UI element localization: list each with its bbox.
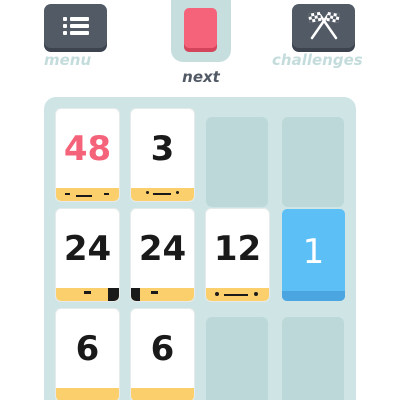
card-face — [282, 291, 345, 301]
challenges-label: challenges — [272, 51, 363, 69]
crossed-flags-icon — [307, 11, 340, 40]
card-24[interactable]: 24 — [56, 209, 119, 301]
card-value: 48 — [63, 129, 112, 169]
empty-slot — [206, 317, 268, 400]
card-face — [56, 288, 119, 301]
card-value: 6 — [150, 329, 175, 369]
card-48[interactable]: 48 — [56, 109, 119, 201]
list-icon — [62, 17, 89, 35]
card-3[interactable]: 3 — [131, 109, 194, 201]
challenges-button[interactable] — [292, 4, 355, 48]
card-6[interactable]: 6 — [131, 309, 194, 400]
card-6[interactable]: 6 — [56, 309, 119, 400]
card-face — [56, 188, 119, 201]
card-face — [131, 388, 194, 400]
next-label: next — [182, 68, 220, 86]
card-face — [56, 388, 119, 400]
card-value: 1 — [302, 232, 325, 272]
next-card-preview — [184, 8, 217, 48]
game-board[interactable]: 48 3 24 24 12 1 6 6 — [44, 97, 356, 400]
card-24[interactable]: 24 — [131, 209, 194, 301]
card-value: 3 — [150, 129, 175, 169]
card-value: 12 — [213, 229, 262, 269]
card-value: 6 — [75, 329, 100, 369]
card-value: 24 — [138, 229, 187, 269]
card-face — [131, 288, 194, 301]
card-face — [131, 188, 194, 201]
card-12[interactable]: 12 — [206, 209, 269, 301]
card-value: 24 — [63, 229, 112, 269]
card-1[interactable]: 1 — [282, 209, 345, 301]
card-face — [206, 288, 269, 301]
menu-button[interactable] — [44, 4, 107, 48]
empty-slot — [206, 117, 268, 207]
empty-slot — [282, 317, 344, 400]
game-screen: menu next challenges 48 3 24 24 12 1 6 6 — [0, 0, 400, 400]
empty-slot — [282, 117, 344, 207]
menu-label: menu — [44, 51, 92, 69]
